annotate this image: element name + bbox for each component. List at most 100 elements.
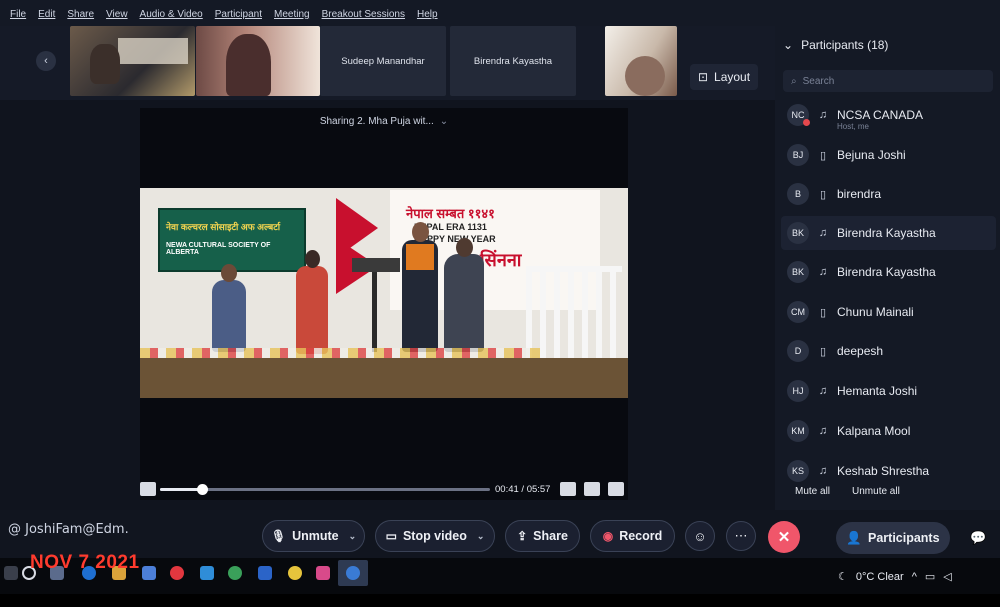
layout-icon: ⊡: [697, 70, 709, 84]
chat-icon[interactable]: 💬: [970, 530, 986, 546]
participants-toggle-button[interactable]: 👤 Participants: [836, 522, 950, 554]
close-icon: ✕: [777, 529, 791, 546]
participant-row[interactable]: HJ ♫ Hemanta Joshi: [781, 374, 996, 408]
podium: [352, 258, 400, 272]
participant-row[interactable]: CM ▯ Chunu Mainali: [781, 295, 996, 329]
camera-person: [90, 44, 120, 84]
network-icon[interactable]: ▭: [925, 570, 935, 583]
share-button[interactable]: ⇪ Share: [505, 520, 580, 552]
app-icon[interactable]: [288, 566, 302, 580]
avatar: HJ: [787, 380, 809, 402]
fullscreen-button[interactable]: [608, 482, 624, 496]
participant-row[interactable]: NC ♫ NCSA CANADA Host, me: [781, 98, 996, 132]
participants-toggle-label: Participants: [868, 531, 940, 545]
participants-header[interactable]: ⌄ Participants (18): [783, 38, 888, 52]
tile-name-label: Sudeep Manandhar: [341, 55, 425, 67]
volume-icon[interactable]: ◁: [943, 570, 951, 583]
unmute-button[interactable]: 🎙 Unmute ⌄: [262, 520, 365, 552]
menu-audio-video[interactable]: Audio & Video: [140, 9, 203, 20]
chevron-down-icon: ⌄: [783, 38, 794, 52]
video-strip: ‹ Sudeep Manandhar Birendra Kayastha ⊡ L…: [0, 26, 775, 100]
head: [221, 264, 237, 282]
menu-breakout-sessions[interactable]: Breakout Sessions: [322, 9, 405, 20]
record-label: Record: [619, 529, 663, 543]
unmute-label: Unmute: [292, 529, 339, 543]
participant-row[interactable]: D ▯ deepesh: [781, 334, 996, 368]
participant-name: Birendra Kayastha: [837, 226, 936, 240]
video-controls: 00:41 / 05:57: [140, 478, 628, 500]
app-icon[interactable]: [170, 566, 184, 580]
menu-meeting[interactable]: Meeting: [274, 9, 310, 20]
avatar-initials: B: [794, 189, 801, 199]
chrome-icon[interactable]: [228, 566, 242, 580]
chevron-up-icon[interactable]: ^: [912, 571, 917, 583]
video-seek-bar[interactable]: [160, 488, 490, 491]
layout-label: Layout: [714, 70, 751, 84]
layout-button[interactable]: ⊡ Layout: [690, 64, 758, 90]
stop-video-label: Stop video: [402, 529, 467, 543]
mute-all-button[interactable]: Mute all: [795, 486, 830, 497]
menu-file[interactable]: File: [10, 9, 26, 20]
participants-title: Participants (18): [801, 38, 889, 52]
participant-name: Birendra Kayastha: [837, 265, 936, 279]
seek-progress: [160, 488, 202, 491]
menu-bar: File Edit Share View Audio & Video Parti…: [0, 0, 1000, 28]
menu-participant[interactable]: Participant: [215, 9, 262, 20]
participant-row[interactable]: KS ♫ Keshab Shrestha: [781, 454, 996, 488]
participant-row[interactable]: BJ ▯ Bejuna Joshi: [781, 138, 996, 172]
video-tile-sudeep[interactable]: Sudeep Manandhar: [320, 26, 446, 96]
shared-video-frame[interactable]: नेवा कल्चरल सोसाइटी अफ अल्बर्टा NEWA CUL…: [140, 188, 628, 398]
avatar: D: [787, 340, 809, 362]
os-taskbar: NOV 7 2021 ☾ 0°C Clear ^ ▭ ◁: [0, 552, 1000, 594]
volume-button[interactable]: [560, 482, 576, 496]
menu-edit[interactable]: Edit: [38, 9, 55, 20]
record-button[interactable]: ◉ Record: [590, 520, 675, 552]
leave-meeting-button[interactable]: ✕: [768, 521, 800, 553]
participant-row[interactable]: KM ♫ Kalpana Mool: [781, 414, 996, 448]
banner-english-text: NEWA CULTURAL SOCIETY OF ALBERTA: [166, 242, 271, 256]
settings-button[interactable]: [584, 482, 600, 496]
avatar-initials: HJ: [792, 386, 804, 396]
chevron-down-icon[interactable]: ⌄: [349, 531, 357, 542]
start-icon[interactable]: [4, 566, 18, 580]
stop-video-button[interactable]: ▭ Stop video ⌄: [375, 520, 495, 552]
menu-share[interactable]: Share: [67, 9, 94, 20]
menu-view[interactable]: View: [106, 9, 128, 20]
video-tile-birendra[interactable]: Birendra Kayastha: [450, 26, 576, 96]
word-icon[interactable]: [258, 566, 272, 580]
reactions-button[interactable]: ☺: [685, 521, 715, 551]
head: [305, 250, 320, 268]
mail-icon[interactable]: [200, 566, 214, 580]
play-pause-button[interactable]: [140, 482, 156, 496]
strip-prev-button[interactable]: ‹: [36, 51, 56, 71]
avatar: B: [787, 183, 809, 205]
newa-banner: नेवा कल्चरल सोसाइटी अफ अल्बर्टा NEWA CUL…: [158, 208, 306, 272]
camera-person: [226, 34, 271, 96]
system-tray: ☾ 0°C Clear ^ ▭ ◁: [838, 570, 952, 584]
camera-person: [625, 56, 665, 96]
participant-row[interactable]: BK ♫ Birendra Kayastha: [781, 255, 996, 289]
video-tile-camera-3[interactable]: [605, 26, 677, 96]
participants-footer: Mute all Unmute all: [795, 486, 900, 497]
app-icon[interactable]: [316, 566, 330, 580]
participants-search[interactable]: ⌕ Search: [783, 70, 993, 92]
participant-name: birendra: [837, 187, 882, 201]
participant-row[interactable]: B ▯ birendra: [781, 177, 996, 211]
participant-name: Bejuna Joshi: [837, 148, 906, 162]
share-label: Share: [533, 529, 568, 543]
avatar: BK: [787, 261, 809, 283]
seek-thumb[interactable]: [196, 484, 208, 495]
weather-label[interactable]: 0°C Clear: [856, 571, 904, 583]
chevron-down-icon[interactable]: ⌄: [477, 531, 485, 542]
unmute-all-button[interactable]: Unmute all: [852, 486, 900, 497]
menu-help[interactable]: Help: [417, 9, 438, 20]
video-tile-camera-1[interactable]: [70, 26, 195, 96]
avatar-initials: NC: [791, 110, 805, 120]
more-button[interactable]: ⋯: [726, 521, 756, 551]
phone-icon: ▯: [819, 345, 827, 358]
avatar-initials: BK: [791, 228, 804, 238]
store-icon[interactable]: [142, 566, 156, 580]
participant-row[interactable]: BK ♫ Birendra Kayastha: [781, 216, 996, 250]
sharing-label[interactable]: Sharing 2. Mha Puja wit... ⌄: [140, 116, 628, 127]
video-tile-camera-2[interactable]: [196, 26, 320, 96]
